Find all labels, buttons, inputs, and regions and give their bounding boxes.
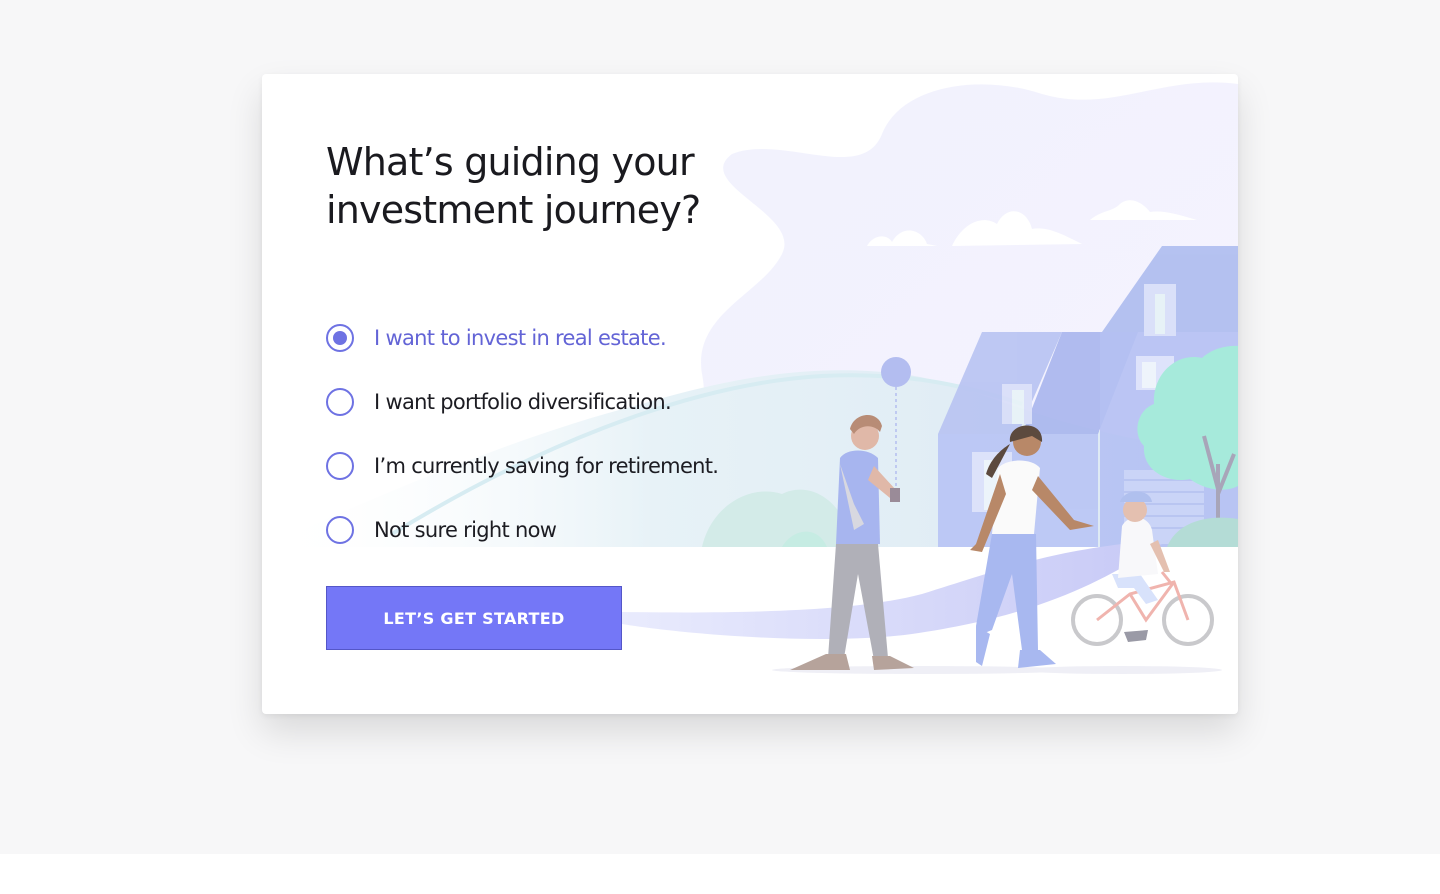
option-saving-for-retirement[interactable]: I’m currently saving for retirement. bbox=[326, 450, 719, 482]
option-portfolio-diversification[interactable]: I want portfolio diversification. bbox=[326, 386, 718, 418]
radio-button-icon[interactable] bbox=[326, 388, 354, 416]
page-title: What’s guiding your investment journey? bbox=[326, 140, 701, 232]
option-label: I want portfolio diversification. bbox=[374, 390, 672, 414]
radio-button-icon[interactable] bbox=[326, 516, 354, 544]
onboarding-card: What’s guiding your investment journey? … bbox=[262, 74, 1238, 714]
investment-goal-radio-group: I want to invest in real estate. I want … bbox=[326, 322, 719, 578]
get-started-button[interactable]: LET’S GET STARTED bbox=[326, 586, 622, 650]
option-real-estate[interactable]: I want to invest in real estate. bbox=[326, 322, 718, 354]
option-label: Not sure right now bbox=[374, 518, 557, 542]
page-footer-strip bbox=[0, 854, 1440, 894]
radio-button-icon[interactable] bbox=[326, 452, 354, 480]
page: What’s guiding your investment journey? … bbox=[0, 0, 1440, 894]
option-label: I’m currently saving for retirement. bbox=[374, 454, 719, 478]
balloon bbox=[881, 357, 911, 387]
radio-button-checked-icon[interactable] bbox=[326, 324, 354, 352]
option-label: I want to invest in real estate. bbox=[374, 326, 667, 350]
option-not-sure[interactable]: Not sure right now bbox=[326, 514, 718, 546]
